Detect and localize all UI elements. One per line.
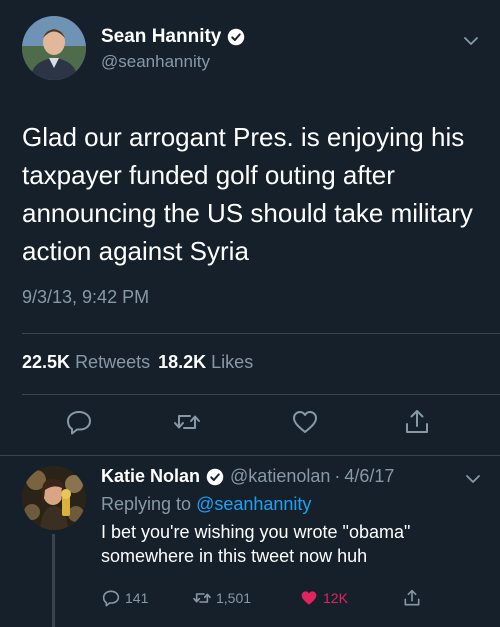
chevron-down-icon[interactable] bbox=[464, 36, 478, 46]
reply-date[interactable]: 4/6/17 bbox=[344, 466, 394, 487]
reply-author-avatar[interactable] bbox=[22, 466, 86, 530]
replying-to-mention[interactable]: @seanhannity bbox=[196, 494, 311, 514]
reply-count: 141 bbox=[125, 590, 149, 606]
divider bbox=[22, 333, 500, 334]
author-avatar[interactable] bbox=[22, 16, 86, 80]
reply-button[interactable]: 141 bbox=[101, 588, 148, 608]
author-handle[interactable]: @seanhannity bbox=[101, 52, 210, 72]
like-icon[interactable] bbox=[290, 407, 320, 437]
retweets-label: Retweets bbox=[75, 352, 151, 372]
heart-filled-icon bbox=[301, 591, 317, 605]
divider bbox=[22, 394, 500, 395]
likes-count: 18.2K bbox=[158, 352, 207, 372]
retweets-count: 22.5K bbox=[22, 352, 71, 372]
reply-header: Katie Nolan @katienolan · 4/6/17 bbox=[101, 466, 394, 487]
like-count: 12K bbox=[323, 590, 348, 606]
share-icon bbox=[404, 589, 420, 606]
retweets-stat[interactable]: 22.5K Retweets bbox=[22, 352, 150, 372]
retweet-icon[interactable] bbox=[172, 407, 202, 437]
author-name-row[interactable]: Sean Hannity bbox=[101, 26, 245, 48]
tweet-stats: 22.5K Retweets 18.2K Likes bbox=[22, 352, 253, 373]
tweet-timestamp[interactable]: 9/3/13, 9:42 PM bbox=[22, 287, 149, 308]
replying-to: Replying to @seanhannity bbox=[101, 494, 311, 515]
retweet-count: 1,501 bbox=[216, 590, 252, 606]
likes-stat[interactable]: 18.2K Likes bbox=[158, 352, 253, 372]
share-button[interactable] bbox=[402, 588, 426, 608]
tweet-text: Glad our arrogant Pres. is enjoying his … bbox=[22, 122, 473, 266]
thread-line bbox=[52, 534, 55, 627]
reply-author-name[interactable]: Katie Nolan bbox=[101, 466, 200, 487]
verified-badge-icon bbox=[206, 468, 224, 485]
retweet-button[interactable]: 1,501 bbox=[192, 588, 251, 608]
divider bbox=[0, 455, 500, 456]
verified-badge-icon bbox=[228, 28, 245, 46]
like-button[interactable]: 12K bbox=[299, 588, 348, 608]
chevron-down-icon[interactable] bbox=[466, 474, 480, 484]
reply-author-handle[interactable]: @katienolan bbox=[230, 466, 330, 487]
author-name[interactable]: Sean Hannity bbox=[101, 26, 221, 48]
reply-text: I bet you're wishing you wrote "obama" s… bbox=[101, 522, 411, 566]
separator-dot: · bbox=[334, 466, 341, 486]
likes-label: Likes bbox=[211, 352, 254, 372]
retweet-icon bbox=[193, 593, 211, 603]
reply-icon[interactable] bbox=[64, 407, 94, 437]
reply-icon bbox=[102, 590, 120, 607]
share-icon[interactable] bbox=[402, 407, 432, 437]
replying-to-label: Replying to bbox=[101, 494, 192, 514]
